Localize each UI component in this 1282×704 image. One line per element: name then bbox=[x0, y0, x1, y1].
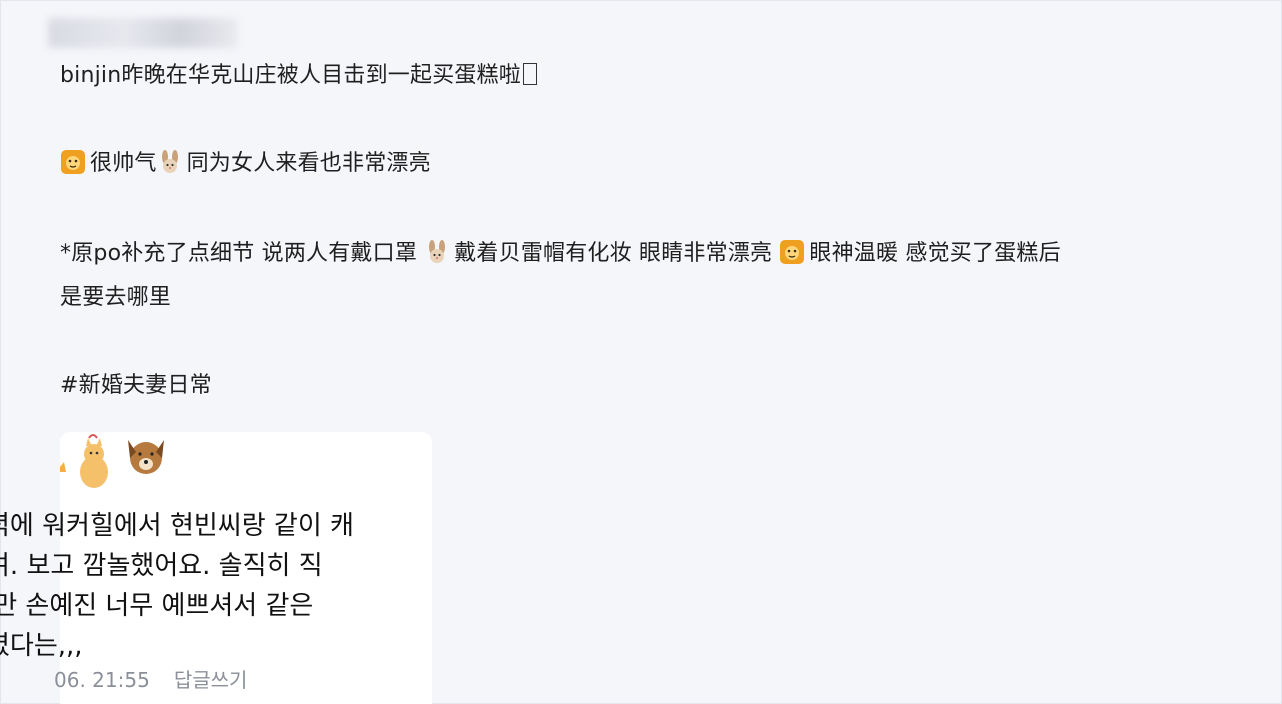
dog-sticker-icon bbox=[128, 440, 164, 474]
comment-line-2: 여. 보고 깜놀했어요. 솔직히 직 bbox=[0, 551, 323, 581]
blurred-username bbox=[48, 18, 238, 48]
rabbit-icon bbox=[157, 149, 183, 175]
post-text-1: binjin昨晚在华克山庄被人目击到一起买蛋糕啦 bbox=[60, 63, 521, 88]
lion-icon bbox=[60, 149, 86, 175]
sticker-strip bbox=[60, 434, 164, 488]
post-text-3c: 眼神温暖 感觉买了蛋糕后 bbox=[809, 241, 1061, 266]
reply-button[interactable]: 답글쓰기 bbox=[174, 668, 248, 692]
post-line-4: 是要去哪里 bbox=[60, 285, 172, 310]
cat-sticker-icon bbox=[60, 434, 108, 488]
post-line-2: 很帅气 同为女人来看也非常漂亮 bbox=[60, 148, 431, 180]
post-line-3: *原po补充了点细节 说两人有戴口罩 戴着贝雷帽有化妆 眼睛非常漂亮 眼神温暖 … bbox=[60, 238, 1061, 270]
comment-line-3: l만 손예진 너무 예쁘셔서 같은 bbox=[0, 591, 314, 621]
post-text-2a: 很帅气 bbox=[90, 151, 157, 176]
comment-line-1: 녁에 워커힐에서 현빈씨랑 같이 캐 bbox=[0, 511, 354, 541]
post-text-2b: 同为女人来看也非常漂亮 bbox=[186, 151, 431, 176]
comment-meta: 06. 21:55 답글쓰기 bbox=[54, 664, 247, 693]
lion-icon bbox=[779, 239, 805, 265]
missing-glyph-icon bbox=[523, 63, 537, 85]
post-line-1: binjin昨晚在华克山庄被人目击到一起买蛋糕啦 bbox=[60, 60, 537, 92]
comment-line-4: 였다는,,, bbox=[0, 631, 83, 661]
post-text-3b: 戴着贝雷帽有化妆 眼睛非常漂亮 bbox=[454, 241, 780, 266]
rabbit-icon bbox=[424, 239, 450, 265]
post-text-3a: *原po补充了点细节 说两人有戴口罩 bbox=[60, 241, 425, 266]
comment-time: 06. 21:55 bbox=[54, 668, 150, 692]
hashtag-link[interactable]: #新婚夫妻日常 bbox=[60, 370, 212, 402]
